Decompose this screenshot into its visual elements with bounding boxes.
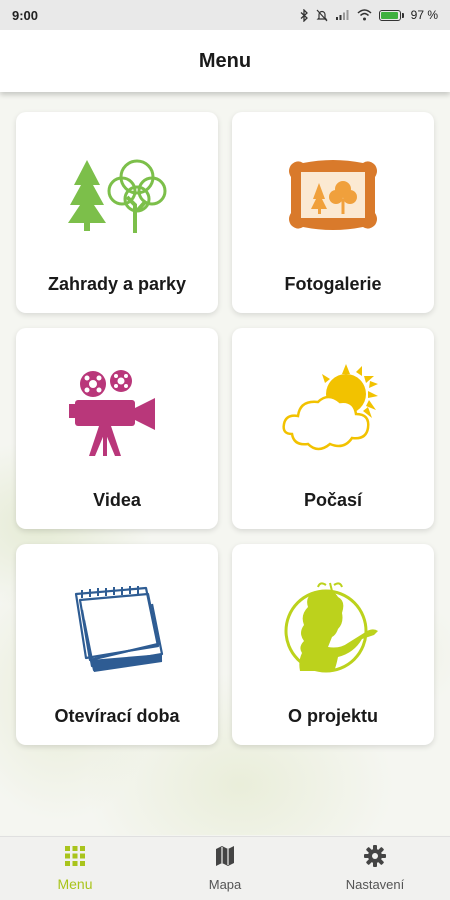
picture-frame-icon bbox=[232, 140, 434, 250]
tile-label: O projektu bbox=[287, 706, 378, 726]
nav-label-nastaveni: Nastavení bbox=[345, 877, 405, 892]
tile-label: Počasí bbox=[303, 490, 363, 510]
tile-videa[interactable]: Videa bbox=[16, 328, 218, 529]
nav-label-menu: Menu bbox=[57, 875, 93, 892]
signal-icon bbox=[335, 9, 350, 21]
nav-label-mapa: Mapa bbox=[208, 877, 242, 892]
status-icons: 97 % bbox=[300, 8, 438, 22]
tile-zahrady-a-parky[interactable]: Zahrady a parky bbox=[16, 112, 218, 313]
nav-item-mapa[interactable]: Mapa bbox=[150, 837, 300, 900]
page-title: Menu bbox=[198, 49, 252, 72]
bluetooth-icon bbox=[300, 8, 309, 22]
tile-label: Fotogalerie bbox=[284, 274, 382, 294]
film-camera-icon bbox=[16, 356, 218, 466]
calendar-icon bbox=[16, 572, 218, 682]
battery-icon bbox=[378, 9, 404, 21]
wifi-icon bbox=[357, 9, 372, 21]
tile-label: Zahrady a parky bbox=[47, 274, 187, 294]
status-bar: 9:00 97 % bbox=[0, 0, 450, 30]
tile-fotogalerie[interactable]: Fotogalerie bbox=[232, 112, 434, 313]
weather-sun-cloud-icon bbox=[232, 356, 434, 466]
tile-o-projektu[interactable]: O projektu bbox=[232, 544, 434, 745]
trees-icon bbox=[16, 140, 218, 250]
tile-label: Videa bbox=[93, 490, 141, 510]
tile-pocasi[interactable]: Počasí bbox=[232, 328, 434, 529]
grid-icon bbox=[65, 845, 85, 871]
tile-oteviraci-doba[interactable]: Otevírací doba bbox=[16, 544, 218, 745]
person-silhouette-icon bbox=[232, 572, 434, 682]
app-header: Menu bbox=[0, 30, 450, 92]
nav-item-nastaveni[interactable]: Nastavení bbox=[300, 837, 450, 900]
menu-grid: Zahrady a parky Fotogalerie Videa Počasí… bbox=[16, 112, 434, 745]
nav-item-menu[interactable]: Menu bbox=[0, 837, 150, 900]
battery-percent: 97 % bbox=[410, 8, 438, 22]
gear-icon bbox=[364, 845, 386, 872]
tile-label: Otevírací doba bbox=[54, 706, 180, 726]
bottom-nav: Menu Mapa Nastavení bbox=[0, 836, 450, 900]
mute-bell-icon bbox=[316, 9, 328, 22]
status-time: 9:00 bbox=[12, 7, 39, 23]
map-icon bbox=[215, 845, 235, 872]
